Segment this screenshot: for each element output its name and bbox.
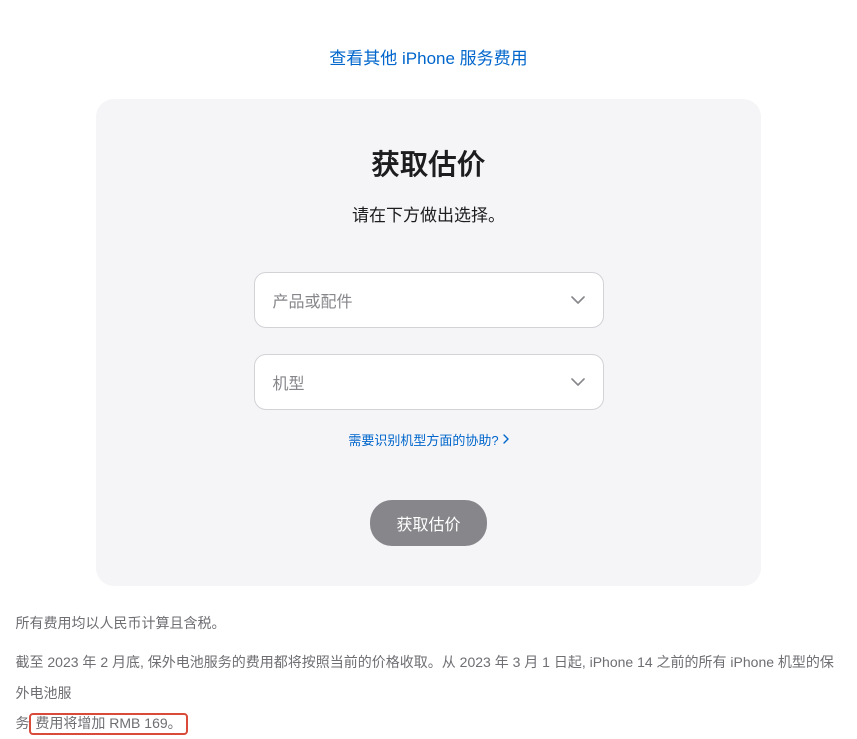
- footer-line-2a: 截至 2023 年 2 月底, 保外电池服务的费用都将按照当前的价格收取。从 2…: [16, 654, 834, 701]
- top-link-row: 查看其他 iPhone 服务费用: [10, 0, 847, 99]
- footer-text: 所有费用均以人民币计算且含税。 截至 2023 年 2 月底, 保外电池服务的费…: [14, 608, 844, 739]
- help-link-row: 需要识别机型方面的协助?: [136, 430, 721, 450]
- model-select[interactable]: 机型: [254, 354, 604, 410]
- identify-model-help-link[interactable]: 需要识别机型方面的协助?: [348, 430, 508, 449]
- product-select[interactable]: 产品或配件: [254, 272, 604, 328]
- model-select-placeholder: 机型: [273, 370, 305, 394]
- model-select-wrapper: 机型: [254, 354, 604, 410]
- get-estimate-button[interactable]: 获取估价: [370, 500, 486, 546]
- other-service-fees-link[interactable]: 查看其他 iPhone 服务费用: [329, 49, 527, 68]
- product-select-placeholder: 产品或配件: [273, 288, 353, 312]
- card-subtitle: 请在下方做出选择。: [136, 201, 721, 226]
- chevron-right-icon: [503, 432, 509, 447]
- chevron-down-icon: [571, 378, 585, 386]
- price-increase-highlight: 费用将增加 RMB 169。: [29, 713, 187, 735]
- product-select-wrapper: 产品或配件: [254, 272, 604, 328]
- help-link-label: 需要识别机型方面的协助?: [348, 430, 498, 449]
- chevron-down-icon: [571, 296, 585, 304]
- footer-line-1: 所有费用均以人民币计算且含税。: [16, 608, 842, 639]
- estimate-card: 获取估价 请在下方做出选择。 产品或配件 机型 需要识别机型方面的协助?: [96, 99, 761, 586]
- footer-line-2: 截至 2023 年 2 月底, 保外电池服务的费用都将按照当前的价格收取。从 2…: [16, 647, 842, 739]
- card-title: 获取估价: [136, 143, 721, 183]
